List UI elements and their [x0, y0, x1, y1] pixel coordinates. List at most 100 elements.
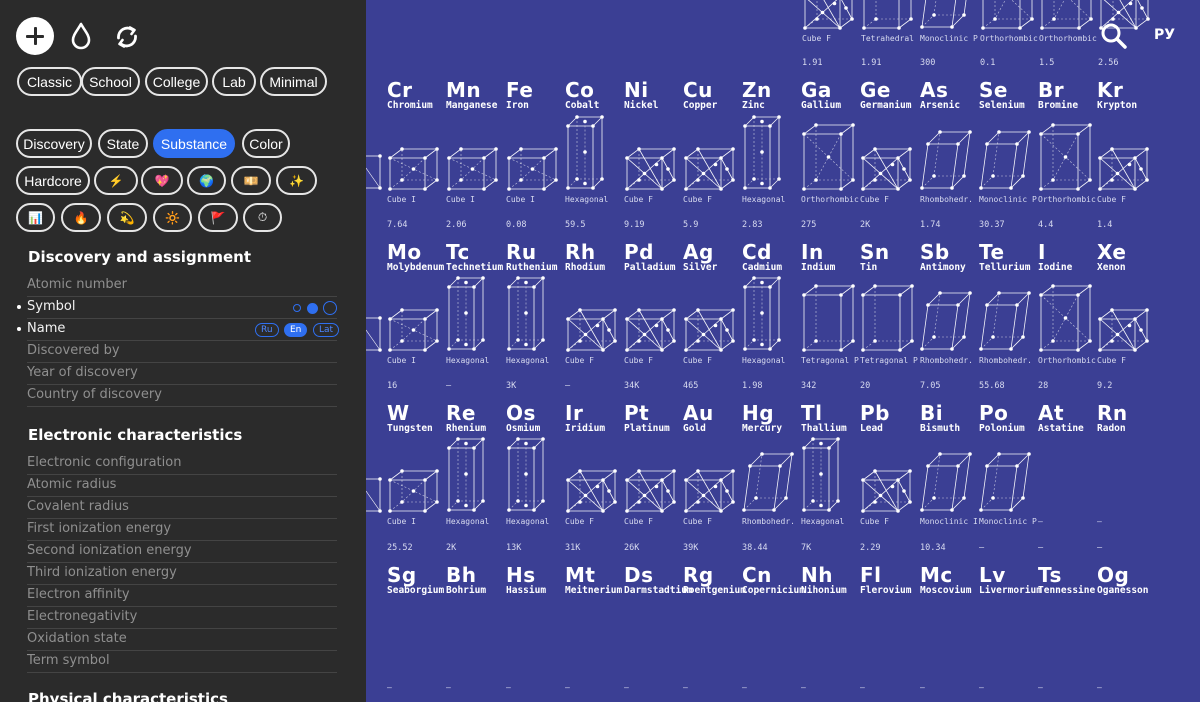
- property-value: 31K: [565, 543, 581, 553]
- preset-10-button[interactable]: ⚡: [94, 166, 138, 195]
- preset-8-button[interactable]: Color: [242, 129, 290, 158]
- property-value: 4.4: [1038, 220, 1054, 230]
- crystal-structure-label: Rhombohedr.: [920, 196, 973, 204]
- option-row[interactable]: Electronegativity: [27, 607, 337, 629]
- plus-icon[interactable]: [16, 17, 54, 55]
- preset-12-button[interactable]: 🌍: [187, 166, 226, 195]
- size-dot-0[interactable]: [293, 304, 301, 312]
- element-name: Tin: [860, 262, 878, 273]
- element-name: Flerovium: [860, 585, 912, 596]
- preset-2-button[interactable]: College: [145, 67, 208, 96]
- size-dot-2[interactable]: [323, 301, 337, 315]
- option-row[interactable]: First ionization energy: [27, 519, 337, 541]
- preset-13-button[interactable]: 💴: [231, 166, 271, 195]
- crystal-structure-label: Cube F: [683, 518, 712, 526]
- crystal-structure-label: —: [1038, 518, 1043, 526]
- size-dot-1[interactable]: [307, 302, 318, 314]
- option-label: Second ionization energy: [27, 543, 192, 558]
- option-row[interactable]: Third ionization energy: [27, 563, 337, 585]
- preset-5-button[interactable]: Discovery: [16, 129, 92, 158]
- property-value: —: [446, 381, 452, 391]
- option-row[interactable]: Term symbol: [27, 651, 337, 673]
- search-icon[interactable]: [1100, 22, 1128, 50]
- preset-9-button[interactable]: Hardcore: [16, 166, 90, 195]
- option-row[interactable]: Electron affinity: [27, 585, 337, 607]
- crystal-structure-diagram: [446, 275, 486, 357]
- crystal-structure-label: Cube I: [387, 357, 416, 365]
- preset-6-button[interactable]: State: [98, 129, 148, 158]
- language-toggle-button[interactable]: РУ: [1154, 27, 1175, 43]
- preset-15-button[interactable]: 📊: [16, 203, 55, 232]
- crystal-structure-diagram: [801, 122, 855, 196]
- crystal-structure-label: —: [683, 684, 688, 692]
- preset-18-button[interactable]: 🔆: [153, 203, 192, 232]
- element-symbol: Lv: [979, 563, 1006, 587]
- crystal-structure-diagram: [860, 146, 912, 196]
- preset-14-button[interactable]: ✨: [276, 166, 317, 195]
- crystal-structure-label: Hexagonal: [506, 518, 550, 526]
- element-symbol: As: [920, 78, 949, 102]
- element-name: Arsenic: [920, 100, 961, 111]
- element-symbol: Mt: [565, 563, 596, 587]
- element-name: Astatine: [1038, 423, 1084, 434]
- preset-17-button[interactable]: 💫: [107, 203, 147, 232]
- element-name: Gold: [683, 423, 706, 434]
- property-value: 28: [1038, 381, 1049, 391]
- option-row[interactable]: Country of discovery: [27, 385, 337, 407]
- crystal-structure-label: —: [446, 684, 451, 692]
- option-label: First ionization energy: [27, 521, 172, 536]
- crystal-structure-label: Cube F: [565, 518, 594, 526]
- element-symbol: Sn: [860, 240, 890, 264]
- element-name: Rhenium: [446, 423, 487, 434]
- option-row[interactable]: Discovered by: [27, 341, 337, 363]
- element-name: Tennessine: [1038, 585, 1096, 596]
- element-name: Cobalt: [565, 100, 600, 111]
- preset-20-button[interactable]: ⏱: [243, 203, 282, 232]
- option-row[interactable]: Second ionization energy: [27, 541, 337, 563]
- preset-3-button[interactable]: Lab: [212, 67, 256, 96]
- option-row[interactable]: Year of discovery: [27, 363, 337, 385]
- preset-11-button[interactable]: 💖: [141, 166, 183, 195]
- preset-19-button[interactable]: 🚩: [198, 203, 238, 232]
- crystal-structure-diagram: [1039, 0, 1093, 35]
- crystal-structure-label: —: [506, 684, 511, 692]
- element-name: Molybdenum: [387, 262, 445, 273]
- option-row[interactable]: Atomic number: [27, 275, 337, 297]
- crystal-structure-label: Cube F: [683, 196, 712, 204]
- name-lang-chip[interactable]: Ru: [255, 323, 279, 337]
- crystal-structure-diagram: [506, 275, 546, 357]
- crystal-structure-label: Rhombohedr.: [920, 357, 973, 365]
- property-value: 39K: [683, 543, 699, 553]
- element-name: Lead: [860, 423, 883, 434]
- option-row[interactable]: Covalent radius: [27, 497, 337, 519]
- name-lang-chip[interactable]: En: [284, 323, 308, 337]
- preset-1-button[interactable]: School: [81, 67, 140, 96]
- crystal-structure-label: —: [624, 684, 629, 692]
- element-symbol: Rg: [683, 563, 714, 587]
- preset-4-button[interactable]: Minimal: [260, 67, 327, 96]
- preset-0-button[interactable]: Classic: [17, 67, 82, 96]
- element-symbol: Pt: [624, 401, 650, 425]
- element-name: Nickel: [624, 100, 659, 111]
- property-value: 55.68: [979, 381, 1005, 391]
- option-row[interactable]: Atomic radius: [27, 475, 337, 497]
- property-value: 9.19: [624, 220, 645, 230]
- option-row[interactable]: Symbol: [17, 297, 337, 319]
- option-row[interactable]: Name Ru En Lat: [17, 319, 340, 341]
- element-symbol: Mc: [920, 563, 953, 587]
- drop-icon[interactable]: [70, 22, 92, 50]
- option-row[interactable]: Electronic configuration: [27, 453, 337, 475]
- crystal-structure-diagram: [506, 436, 546, 518]
- refresh-icon[interactable]: [114, 24, 140, 50]
- element-symbol: Br: [1038, 78, 1065, 102]
- property-value: 26K: [624, 543, 640, 553]
- preset-16-button[interactable]: 🔥: [61, 203, 101, 232]
- element-name: Manganese: [446, 100, 498, 111]
- element-symbol: Tl: [801, 401, 823, 425]
- property-value: 2.06: [446, 220, 467, 230]
- preset-7-button[interactable]: Substance: [153, 129, 235, 158]
- option-row[interactable]: Oxidation state: [27, 629, 337, 651]
- crystal-structure-diagram: [565, 114, 605, 196]
- name-lang-chip[interactable]: Lat: [313, 323, 340, 337]
- property-value: 3K: [506, 381, 517, 391]
